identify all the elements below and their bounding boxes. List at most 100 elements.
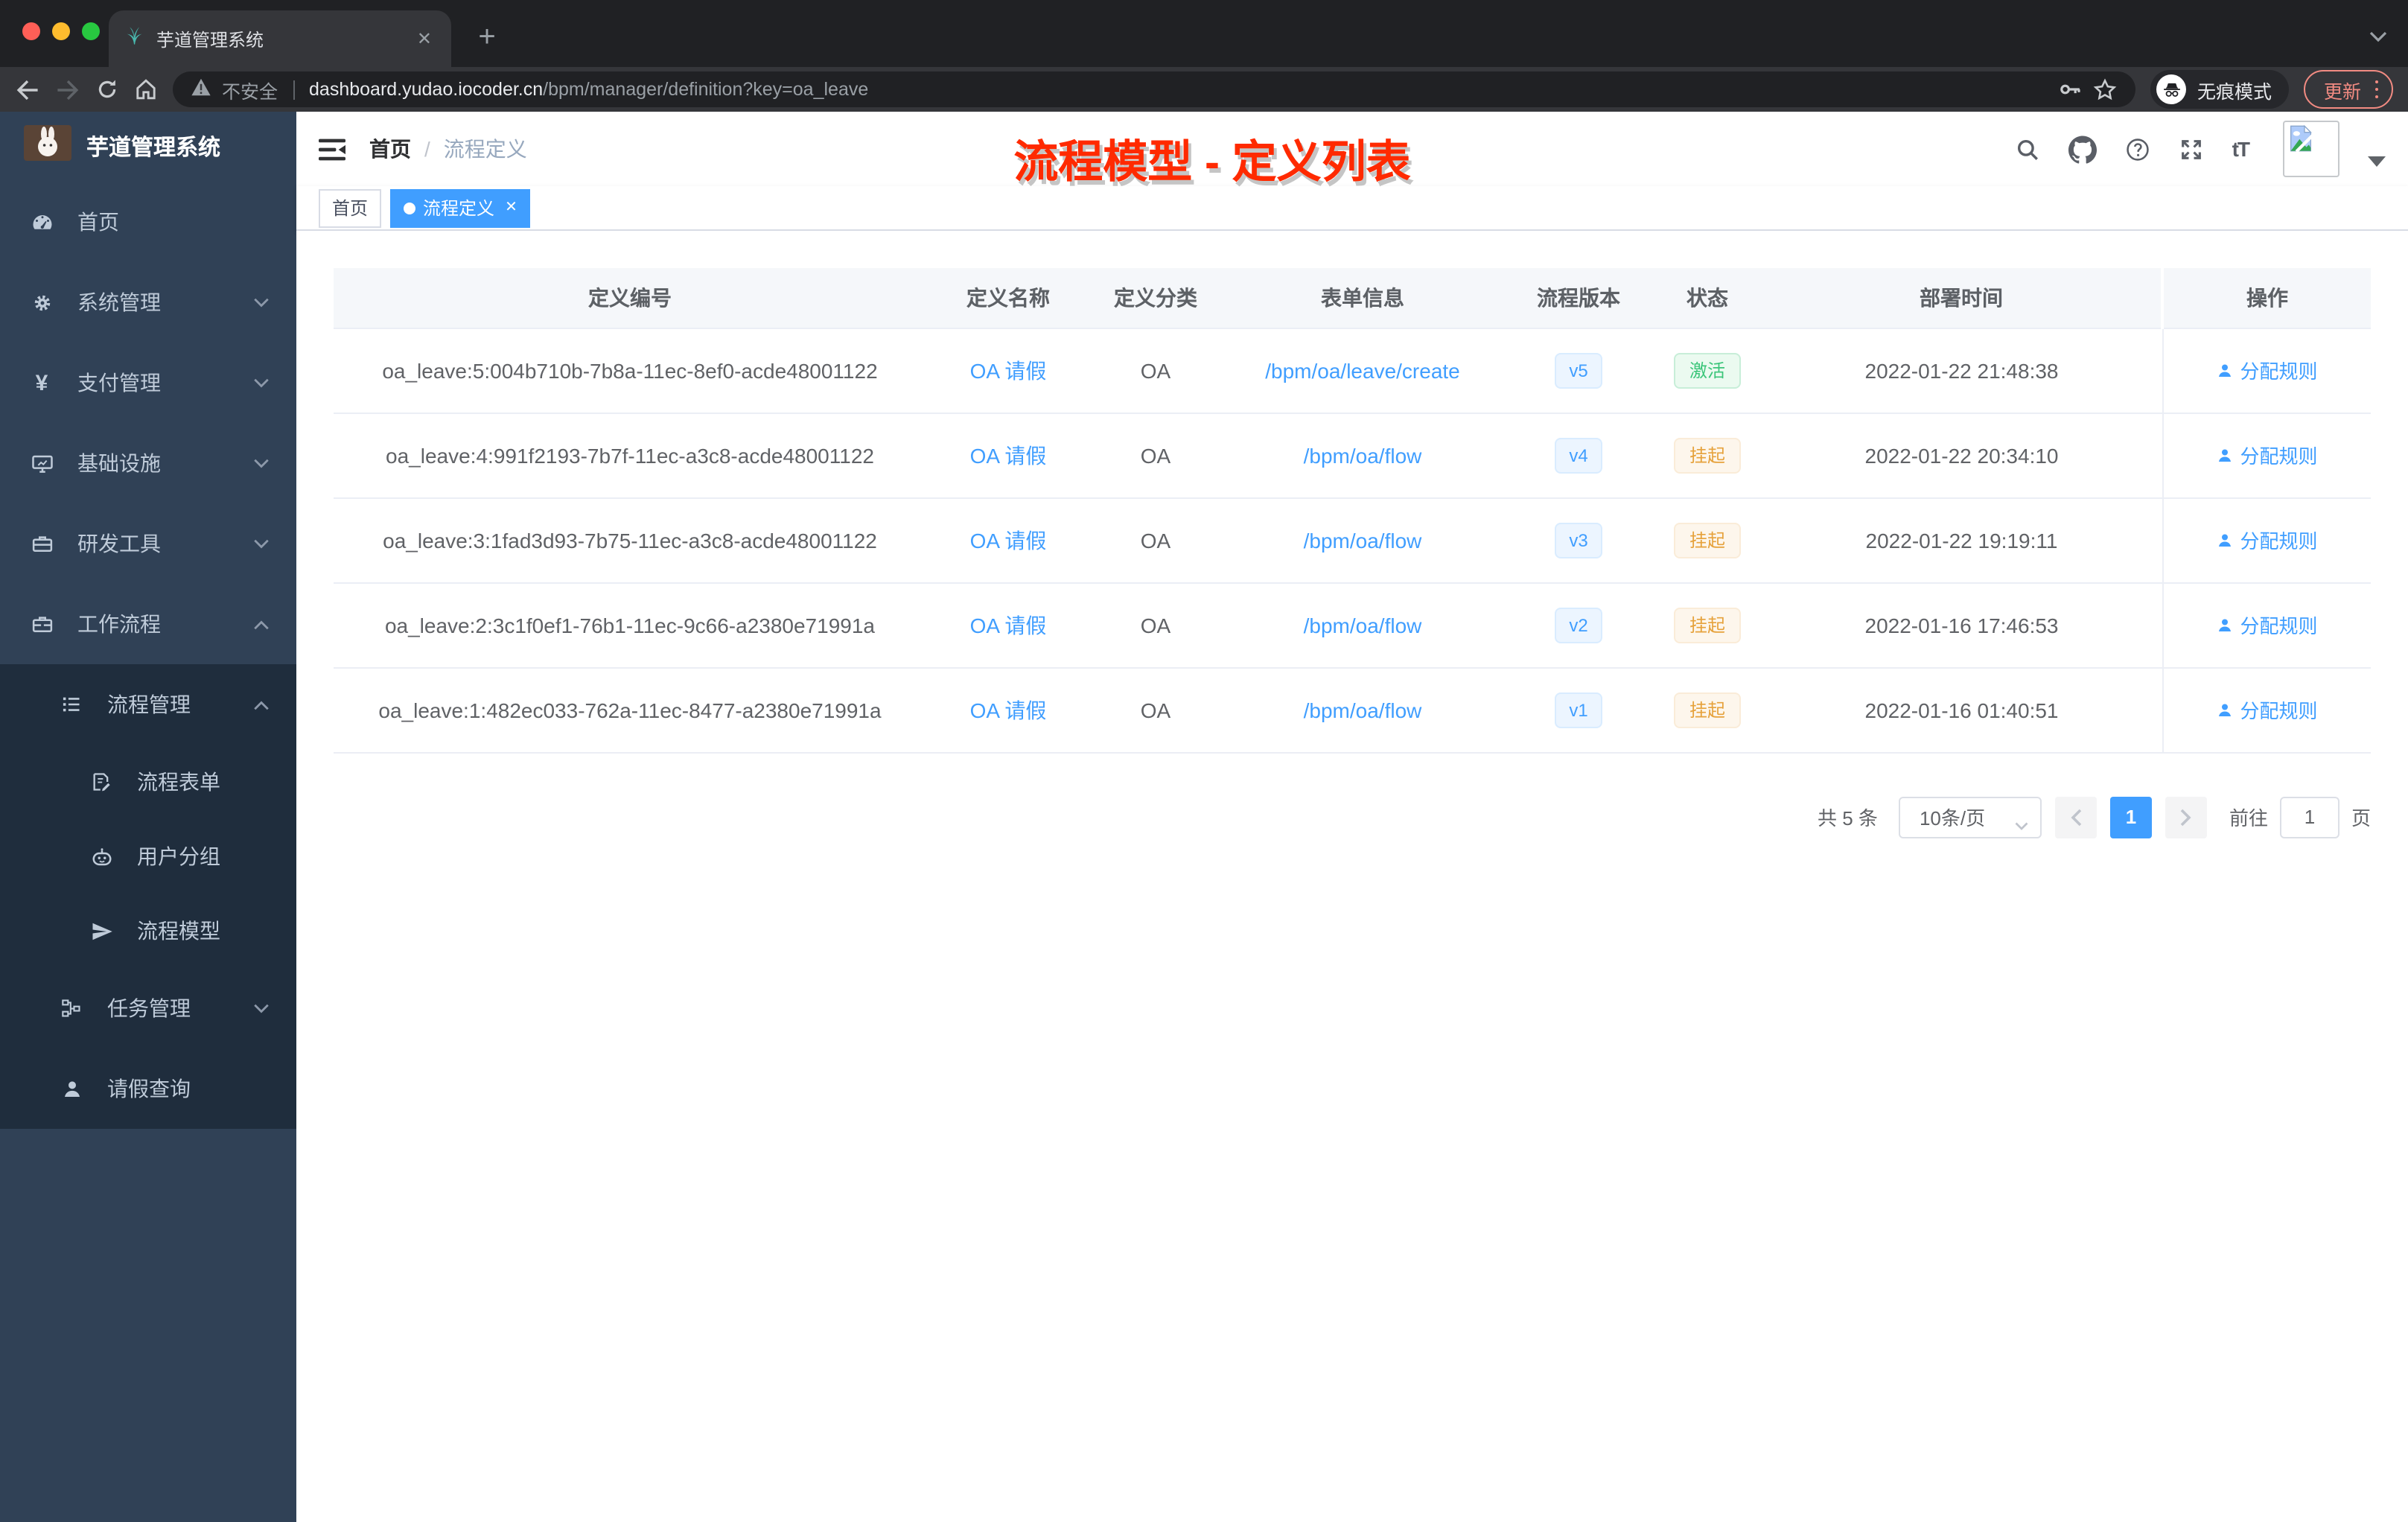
window-zoom-button[interactable] bbox=[82, 22, 100, 40]
form-link[interactable]: /bpm/oa/flow bbox=[1304, 698, 1422, 722]
incognito-badge: 无痕模式 bbox=[2150, 70, 2290, 109]
github-icon[interactable] bbox=[2068, 135, 2097, 163]
sidebar-item-system[interactable]: 系统管理 bbox=[0, 262, 296, 343]
prev-page-button[interactable] bbox=[2054, 796, 2097, 838]
form-link[interactable]: /bpm/oa/flow bbox=[1304, 443, 1422, 467]
assign-rule-link[interactable]: 分配规则 bbox=[2216, 695, 2318, 724]
assign-rule-link[interactable]: 分配规则 bbox=[2216, 356, 2318, 384]
cell-definition-name: OA 请假 bbox=[926, 497, 1090, 583]
page-number-button[interactable]: 1 bbox=[2109, 796, 2152, 838]
password-key-icon[interactable] bbox=[2059, 77, 2083, 101]
chevron-down-icon bbox=[253, 1003, 270, 1013]
assign-rule-link[interactable]: 分配规则 bbox=[2216, 441, 2318, 469]
gear-icon bbox=[30, 291, 54, 313]
page-size-select[interactable]: 10条/页 bbox=[1898, 796, 2042, 838]
sidebar-item-task-management[interactable]: 任务管理 bbox=[0, 968, 296, 1048]
fullscreen-icon[interactable] bbox=[2179, 136, 2204, 162]
assign-rule-link[interactable]: 分配规则 bbox=[2216, 526, 2318, 554]
hamburger-icon[interactable] bbox=[319, 136, 345, 162]
toolbox-icon bbox=[30, 532, 54, 555]
cell-deploy-time: 2022-01-22 20:34:10 bbox=[1762, 413, 2162, 498]
cell-actions: 分配规则 bbox=[2162, 328, 2371, 413]
tag-home[interactable]: 首页 bbox=[319, 188, 382, 227]
browser-tab[interactable]: 芋道管理系统 ✕ bbox=[109, 10, 451, 67]
sidebar-item-home[interactable]: 首页 bbox=[0, 182, 296, 262]
broken-image-icon bbox=[2290, 124, 2316, 153]
cell-deploy-time: 2022-01-16 17:46:53 bbox=[1762, 582, 2162, 668]
sidebar-item-process-form[interactable]: 流程表单 bbox=[0, 745, 296, 819]
avatar-caret-icon[interactable] bbox=[2368, 156, 2386, 166]
breadcrumb: 首页 / 流程定义 bbox=[369, 134, 527, 164]
cell-definition-id: oa_leave:5:004b710b-7b8a-11ec-8ef0-acde4… bbox=[334, 328, 926, 413]
form-link[interactable]: /bpm/oa/flow bbox=[1304, 528, 1422, 552]
chevron-down-icon bbox=[253, 297, 270, 308]
url-path: /bpm/manager/definition?key=oa_leave bbox=[543, 79, 869, 100]
avatar[interactable] bbox=[2283, 121, 2339, 177]
home-icon[interactable] bbox=[134, 77, 158, 101]
cell-actions: 分配规则 bbox=[2162, 582, 2371, 668]
window-minimize-button[interactable] bbox=[52, 22, 70, 40]
next-page-button[interactable] bbox=[2165, 796, 2207, 838]
cell-actions: 分配规则 bbox=[2162, 497, 2371, 583]
status-badge: 挂起 bbox=[1674, 522, 1740, 558]
cell-deploy-time: 2022-01-22 21:48:38 bbox=[1762, 328, 2162, 413]
cell-definition-name: OA 请假 bbox=[926, 667, 1090, 753]
table-row: oa_leave:4:991f2193-7b7f-11ec-a3c8-acde4… bbox=[334, 413, 2371, 498]
back-icon[interactable] bbox=[15, 77, 40, 102]
active-dot-icon bbox=[404, 202, 416, 214]
definition-name-link[interactable]: OA 请假 bbox=[970, 358, 1047, 382]
tab-title: 芋道管理系统 bbox=[156, 29, 264, 50]
security-warning-icon[interactable] bbox=[191, 77, 211, 101]
sidebar-item-infrastructure[interactable]: 基础设施 bbox=[0, 423, 296, 503]
briefcase-icon bbox=[30, 613, 54, 635]
sidebar-item-process-management[interactable]: 流程管理 bbox=[0, 664, 296, 745]
tab-close-icon[interactable]: ✕ bbox=[413, 28, 436, 49]
person-icon bbox=[2219, 618, 2232, 631]
cell-deploy-time: 2022-01-16 01:40:51 bbox=[1762, 667, 2162, 753]
col-definition-category: 定义分类 bbox=[1090, 268, 1221, 328]
search-icon[interactable] bbox=[2015, 136, 2040, 162]
chevron-down-icon bbox=[2015, 812, 2028, 835]
forward-icon[interactable] bbox=[55, 77, 80, 102]
sidebar-item-workflow[interactable]: 工作流程 bbox=[0, 584, 296, 664]
new-tab-button[interactable]: + bbox=[466, 16, 508, 58]
definition-name-link[interactable]: OA 请假 bbox=[970, 528, 1047, 552]
goto-page-input[interactable] bbox=[2279, 796, 2339, 838]
window-controls[interactable] bbox=[22, 22, 100, 40]
tag-process-definition[interactable]: 流程定义 ✕ bbox=[390, 188, 531, 227]
cell-form-info: /bpm/oa/leave/create bbox=[1221, 328, 1504, 413]
sidebar-item-process-model[interactable]: 流程模型 bbox=[0, 894, 296, 968]
form-link[interactable]: /bpm/oa/flow bbox=[1304, 613, 1422, 637]
sidebar-item-leave-query[interactable]: 请假查询 bbox=[0, 1048, 296, 1129]
breadcrumb-home[interactable]: 首页 bbox=[369, 134, 411, 164]
window-close-button[interactable] bbox=[22, 22, 40, 40]
page-unit-label: 页 bbox=[2351, 807, 2371, 830]
definition-name-link[interactable]: OA 请假 bbox=[970, 443, 1047, 467]
incognito-icon bbox=[2156, 74, 2187, 104]
address-bar[interactable]: 不安全 dashboard.yudao.iocoder.cn/bpm/manag… bbox=[173, 71, 2136, 107]
sidebar-item-user-group[interactable]: 用户分组 bbox=[0, 819, 296, 894]
browser-menu-icon[interactable] bbox=[2374, 80, 2378, 99]
sidebar-logo[interactable]: 芋道管理系统 bbox=[0, 112, 296, 182]
definition-name-link[interactable]: OA 请假 bbox=[970, 613, 1047, 637]
assign-rule-link[interactable]: 分配规则 bbox=[2216, 611, 2318, 639]
tab-overflow-chevron-icon[interactable] bbox=[2369, 24, 2387, 51]
cell-form-info: /bpm/oa/flow bbox=[1221, 667, 1504, 753]
security-label[interactable]: 不安全 bbox=[222, 75, 278, 104]
sidebar-item-devtools[interactable]: 研发工具 bbox=[0, 503, 296, 584]
cell-version: v5 bbox=[1504, 328, 1653, 413]
help-icon[interactable] bbox=[2125, 136, 2150, 162]
definition-name-link[interactable]: OA 请假 bbox=[970, 698, 1047, 722]
person-icon bbox=[60, 1077, 83, 1100]
text-size-icon[interactable]: tT bbox=[2232, 137, 2250, 161]
browser-update-button[interactable]: 更新 bbox=[2304, 70, 2393, 109]
sidebar-item-payment[interactable]: ¥ 支付管理 bbox=[0, 343, 296, 423]
reload-icon[interactable] bbox=[95, 77, 119, 101]
robot-icon bbox=[89, 845, 113, 867]
status-badge: 挂起 bbox=[1674, 607, 1740, 643]
bookmark-star-icon[interactable] bbox=[2093, 77, 2118, 102]
form-link[interactable]: /bpm/oa/leave/create bbox=[1265, 358, 1460, 382]
yuan-icon: ¥ bbox=[35, 370, 48, 395]
update-label[interactable]: 更新 bbox=[2324, 75, 2361, 104]
tag-close-icon[interactable]: ✕ bbox=[505, 200, 517, 216]
